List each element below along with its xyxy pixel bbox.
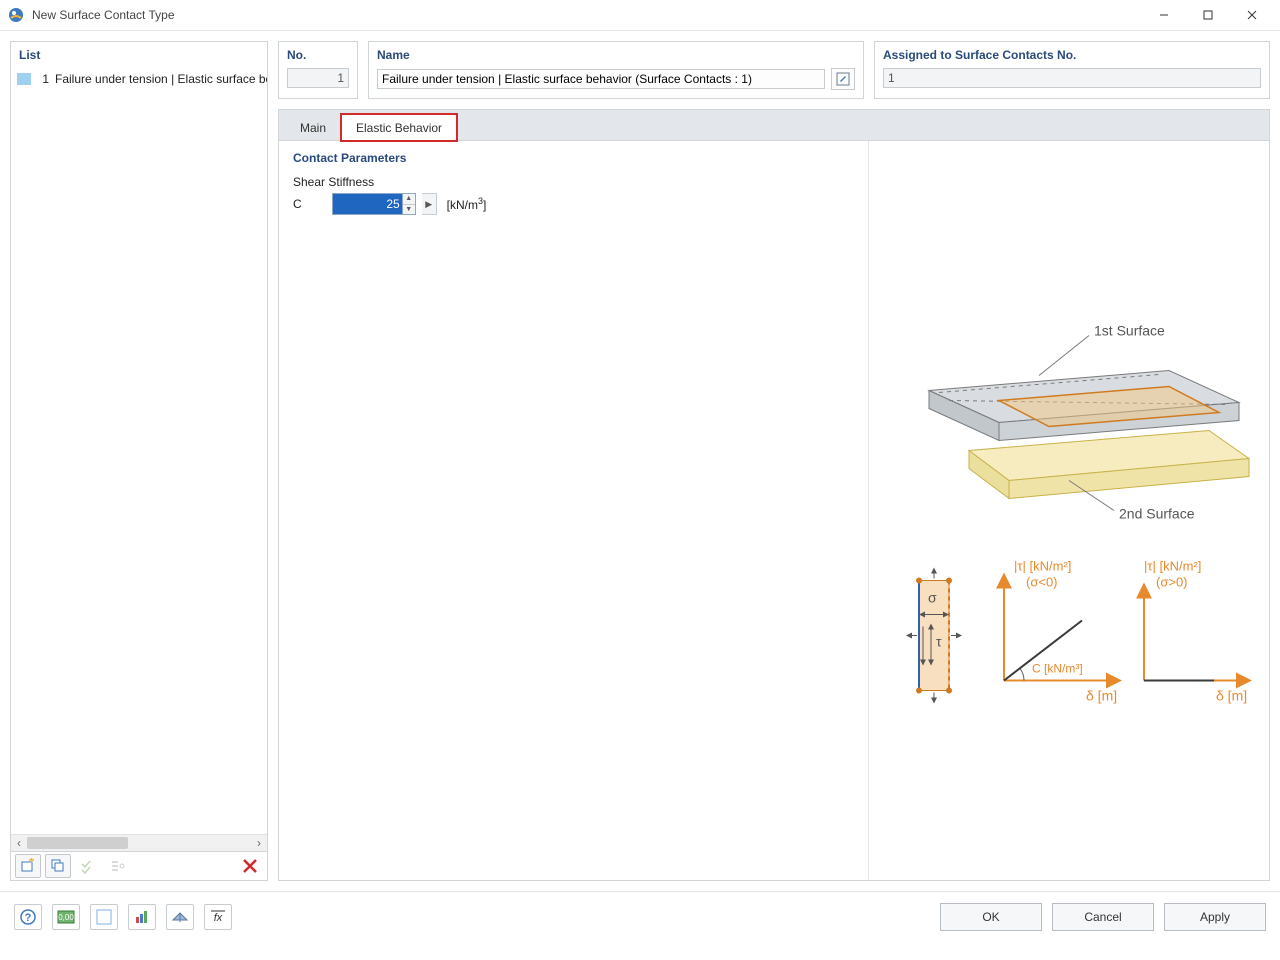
chart-button[interactable] [128, 904, 156, 930]
list-panel: List 1 Failure under tension | Elastic s… [10, 41, 268, 881]
maximize-button[interactable] [1186, 1, 1230, 29]
svg-text:(σ>0): (σ>0) [1156, 575, 1188, 590]
dialog-buttons: OK Cancel Apply [940, 903, 1266, 931]
scroll-track[interactable] [27, 837, 251, 849]
assigned-input[interactable] [883, 68, 1261, 88]
no-panel: No. [278, 41, 358, 99]
contact-parameters-pane: Contact Parameters Shear Stiffness C 25 … [279, 141, 869, 880]
right-column: No. Name Assigned to Surface Contacts No… [278, 41, 1270, 881]
units-button[interactable]: 0,00 [52, 904, 80, 930]
shear-spinner[interactable]: ▲ ▼ [403, 194, 415, 214]
stress-strip: σ τ [909, 571, 959, 701]
apply-button[interactable]: Apply [1164, 903, 1266, 931]
list-header: List [11, 42, 267, 68]
diagram-pane: 1st Surface [869, 141, 1269, 880]
bottombar: ? 0,00 fx OK Cancel Apply [0, 891, 1280, 942]
check-on-button [75, 854, 101, 878]
list-item-label: Failure under tension | Elastic surface … [55, 72, 267, 86]
surfaces-diagram: 1st Surface [929, 323, 1249, 522]
minimize-button[interactable] [1142, 1, 1186, 29]
svg-text:0,00: 0,00 [58, 913, 74, 922]
bottom-tool-icons: ? 0,00 fx [14, 904, 232, 930]
tab-main[interactable]: Main [285, 114, 341, 141]
no-input[interactable] [287, 68, 349, 88]
tab-elastic-behavior[interactable]: Elastic Behavior [341, 114, 457, 141]
shear-stiffness-label: Shear Stiffness [293, 175, 854, 189]
scroll-thumb[interactable] [27, 837, 128, 849]
copy-item-button[interactable] [45, 854, 71, 878]
name-input[interactable] [377, 69, 825, 89]
svg-text:δ [m]: δ [m] [1216, 688, 1247, 704]
list-item-swatch [17, 73, 31, 85]
svg-text:σ: σ [928, 590, 937, 606]
titlebar: New Surface Contact Type [0, 0, 1280, 31]
cancel-button[interactable]: Cancel [1052, 903, 1154, 931]
help-button[interactable]: ? [14, 904, 42, 930]
svg-text:fx: fx [214, 912, 223, 924]
workarea: List 1 Failure under tension | Elastic s… [0, 31, 1280, 891]
spinner-up-icon[interactable]: ▲ [403, 194, 415, 205]
graph-sigma-pos: |τ| [kN/m²] (σ>0) δ [m] [1144, 559, 1247, 704]
no-label: No. [279, 42, 357, 64]
svg-text:|τ| [kN/m²]: |τ| [kN/m²] [1014, 559, 1071, 574]
svg-text:δ [m]: δ [m] [1086, 688, 1117, 704]
diagram-svg: 1st Surface [869, 141, 1269, 880]
edit-name-button[interactable] [831, 68, 855, 90]
window-title: New Surface Contact Type [32, 8, 1142, 22]
fx-button[interactable]: fx [204, 904, 232, 930]
shear-unit: [kN/m3] [447, 196, 487, 212]
scroll-left-icon[interactable]: ‹ [11, 835, 27, 851]
tabs-container: Main Elastic Behavior Contact Parameters… [278, 109, 1270, 881]
surface2-label: 2nd Surface [1119, 506, 1195, 522]
window-controls [1142, 1, 1274, 29]
list-item[interactable]: 1 Failure under tension | Elastic surfac… [11, 68, 267, 90]
app-icon [8, 7, 24, 23]
bottom-surface [969, 431, 1249, 499]
svg-text:C [kN/m³]: C [kN/m³] [1032, 662, 1083, 676]
shear-symbol: C [293, 197, 302, 211]
name-panel: Name [368, 41, 864, 99]
scroll-right-icon[interactable]: › [251, 835, 267, 851]
ok-button[interactable]: OK [940, 903, 1042, 931]
name-label: Name [369, 42, 863, 64]
contact-parameters-title: Contact Parameters [293, 151, 854, 165]
assigned-label: Assigned to Surface Contacts No. [875, 42, 1269, 64]
view-button[interactable] [166, 904, 194, 930]
svg-text:τ: τ [936, 634, 942, 650]
delete-item-button[interactable] [237, 854, 263, 878]
graph-sigma-neg: |τ| [kN/m²] (σ<0) C [kN/m³] δ [m] [1004, 559, 1117, 704]
list-body: 1 Failure under tension | Elastic surfac… [11, 68, 267, 834]
shear-value-field[interactable]: 25 [333, 194, 403, 214]
close-button[interactable] [1230, 1, 1274, 29]
svg-text:?: ? [25, 912, 32, 924]
list-item-number: 1 [37, 72, 49, 86]
top-fields: No. Name Assigned to Surface Contacts No… [278, 41, 1270, 99]
assigned-panel: Assigned to Surface Contacts No. [874, 41, 1270, 99]
list-horizontal-scrollbar[interactable]: ‹ › [11, 834, 267, 851]
spinner-down-icon[interactable]: ▼ [403, 205, 415, 215]
shear-value-input[interactable]: 25 ▲ ▼ [332, 193, 416, 215]
check-off-button [105, 854, 131, 878]
list-toolbar [11, 851, 267, 880]
step-arrow-button[interactable]: ▶ [422, 193, 437, 215]
blank-button[interactable] [90, 904, 118, 930]
new-item-button[interactable] [15, 854, 41, 878]
svg-text:|τ| [kN/m²]: |τ| [kN/m²] [1144, 559, 1201, 574]
svg-text:(σ<0): (σ<0) [1026, 575, 1058, 590]
tab-body: Contact Parameters Shear Stiffness C 25 … [278, 140, 1270, 881]
surface1-label: 1st Surface [1094, 323, 1165, 339]
tab-strip: Main Elastic Behavior [278, 109, 1270, 140]
shear-stiffness-row: C 25 ▲ ▼ ▶ [kN/m3] [293, 193, 854, 215]
left-column: List 1 Failure under tension | Elastic s… [10, 41, 268, 881]
